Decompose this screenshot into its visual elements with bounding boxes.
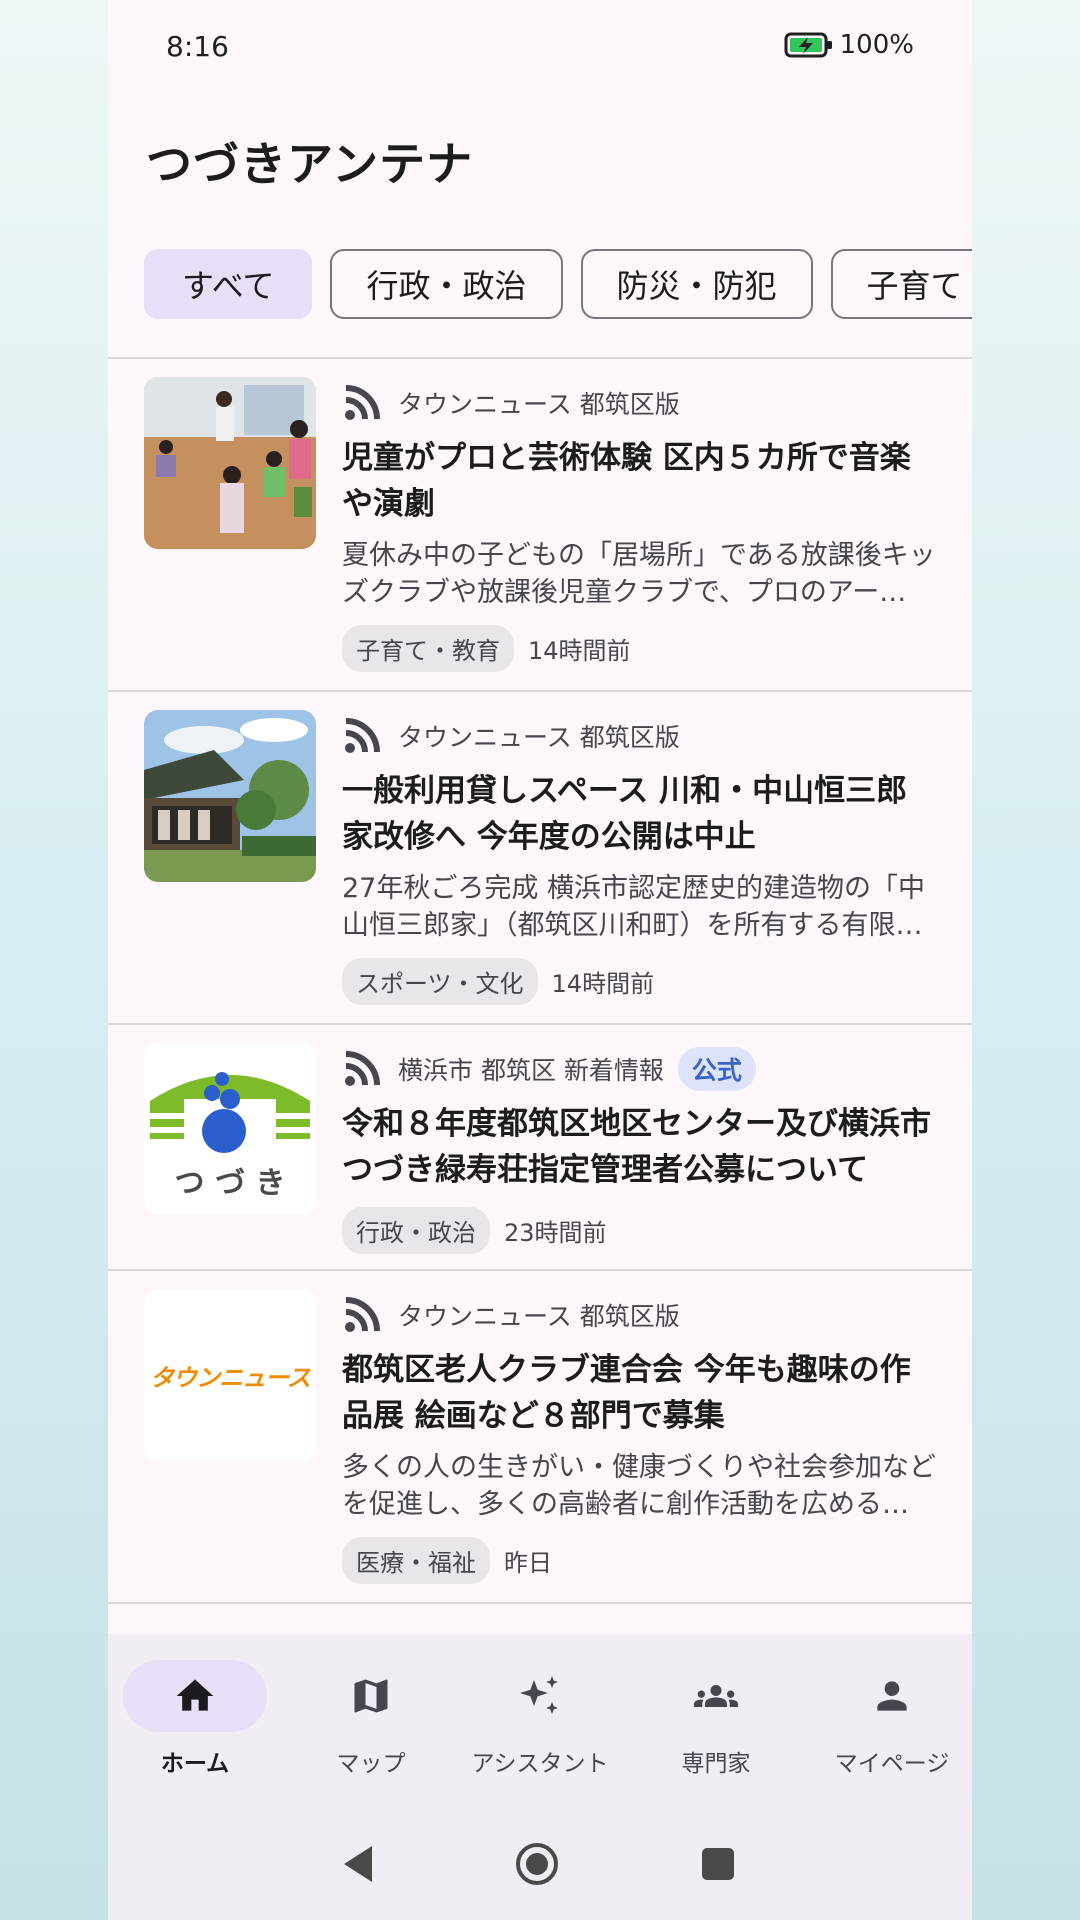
article-thumbnail — [144, 377, 316, 549]
logo-text: つ づ き — [175, 1166, 286, 1201]
article-source: タウンニュース 都筑区版 — [398, 1302, 680, 1331]
category-tag: 行政・政治 — [342, 1207, 490, 1254]
article-source: タウンニュース 都筑区版 — [398, 390, 680, 419]
article-title: 都筑区老人クラブ連合会 今年も趣味の作品展 絵画など８部門で募集 — [342, 1352, 911, 1434]
filter-chip-disaster-crime[interactable]: 防災・防犯 — [580, 249, 813, 319]
nav-experts[interactable]: 専門家 — [631, 1660, 801, 1778]
article-snippet: 多くの人の生きがい・健康づくりや社会参加などを促進し、多くの高齢者に創作活動を広… — [342, 1452, 936, 1520]
filter-chip-row: すべて 行政・政治 防災・防犯 子育て — [144, 249, 972, 323]
nav-map[interactable]: マップ — [286, 1660, 456, 1778]
sparkle-icon — [520, 1676, 558, 1714]
group-icon — [693, 1685, 738, 1707]
official-badge: 公式 — [677, 1047, 756, 1091]
category-tag: スポーツ・文化 — [342, 958, 538, 1005]
article-time: 14時間前 — [528, 637, 631, 665]
page-title: つづきアンテナ — [146, 137, 474, 191]
status-time: 8:16 — [166, 30, 229, 63]
rss-feed-icon — [345, 718, 380, 753]
article-snippet: 夏休み中の子どもの「居場所」である放課後キッズクラブや放課後児童クラブで、プロの… — [342, 540, 936, 608]
battery-charging-icon — [784, 32, 832, 58]
townnews-logo: タウンニュース — [144, 1289, 316, 1461]
article-source: タウンニュース 都筑区版 — [398, 723, 680, 752]
status-bar: 8:16 100% — [108, 0, 972, 96]
back-icon[interactable] — [340, 1844, 380, 1884]
article-snippet: 27年秋ごろ完成 横浜市認定歴史的建造物の「中山恒三郎家」（都筑区川和町）を所有… — [342, 873, 925, 941]
recents-icon[interactable] — [700, 1846, 736, 1882]
article-time: 23時間前 — [504, 1219, 607, 1247]
rss-feed-icon — [345, 1051, 380, 1086]
article-thumbnail — [144, 710, 316, 882]
nav-assistant[interactable]: アシスタント — [455, 1660, 625, 1778]
article-source: 横浜市 都筑区 新着情報 — [398, 1056, 664, 1085]
system-navigation-bar — [108, 1834, 972, 1894]
nav-mypage[interactable]: マイページ — [807, 1660, 972, 1778]
filter-chip-childcare[interactable]: 子育て — [830, 249, 972, 319]
battery-percent: 100% — [839, 30, 914, 60]
article-title: 一般利用貸しスペース 川和・中山恒三郎家改修へ 今年度の公開は中止 — [342, 773, 908, 855]
app-screen: 8:16 100% つづきアンテナ すべて 行政・政治 防災・防犯 子育て タウ… — [108, 0, 972, 1920]
news-card[interactable]: つ づ き 横浜市 都筑区 新着情報 公式 令和８年度都筑区地区センター及び横浜… — [108, 1025, 972, 1271]
rss-feed-icon — [345, 1297, 380, 1332]
map-icon — [354, 1679, 388, 1713]
battery-indicator: 100% — [784, 30, 914, 60]
category-tag: 子育て・教育 — [342, 625, 514, 672]
article-title: 令和８年度都筑区地区センター及び横浜市つづき緑寿荘指定管理者公募について — [342, 1106, 931, 1188]
nav-home[interactable]: ホーム — [110, 1660, 280, 1778]
category-tag: 医療・福祉 — [342, 1537, 490, 1584]
news-card[interactable]: タウンニュース タウンニュース 都筑区版 都筑区老人クラブ連合会 今年も趣味の作… — [108, 1271, 972, 1604]
article-time: 14時間前 — [551, 970, 655, 998]
home-icon — [176, 1679, 214, 1711]
tsuzuki-ward-logo: つ づ き — [144, 1043, 316, 1215]
filter-chip-all[interactable]: すべて — [144, 249, 313, 319]
article-time: 昨日 — [504, 1549, 552, 1577]
filter-chip-government[interactable]: 行政・政治 — [330, 249, 563, 319]
home-circle-icon[interactable] — [513, 1840, 561, 1888]
news-card[interactable]: タウンニュース 都筑区版 一般利用貸しスペース 川和・中山恒三郎家改修へ 今年度… — [108, 692, 972, 1025]
news-feed: タウンニュース 都筑区版 児童がプロと芸術体験 区内５カ所で音楽や演劇 夏休み中… — [108, 359, 972, 1604]
rss-feed-icon — [345, 385, 380, 420]
article-title: 児童がプロと芸術体験 区内５カ所で音楽や演劇 — [342, 440, 911, 522]
person-icon — [877, 1681, 907, 1711]
news-card[interactable]: タウンニュース 都筑区版 児童がプロと芸術体験 区内５カ所で音楽や演劇 夏休み中… — [108, 359, 972, 692]
